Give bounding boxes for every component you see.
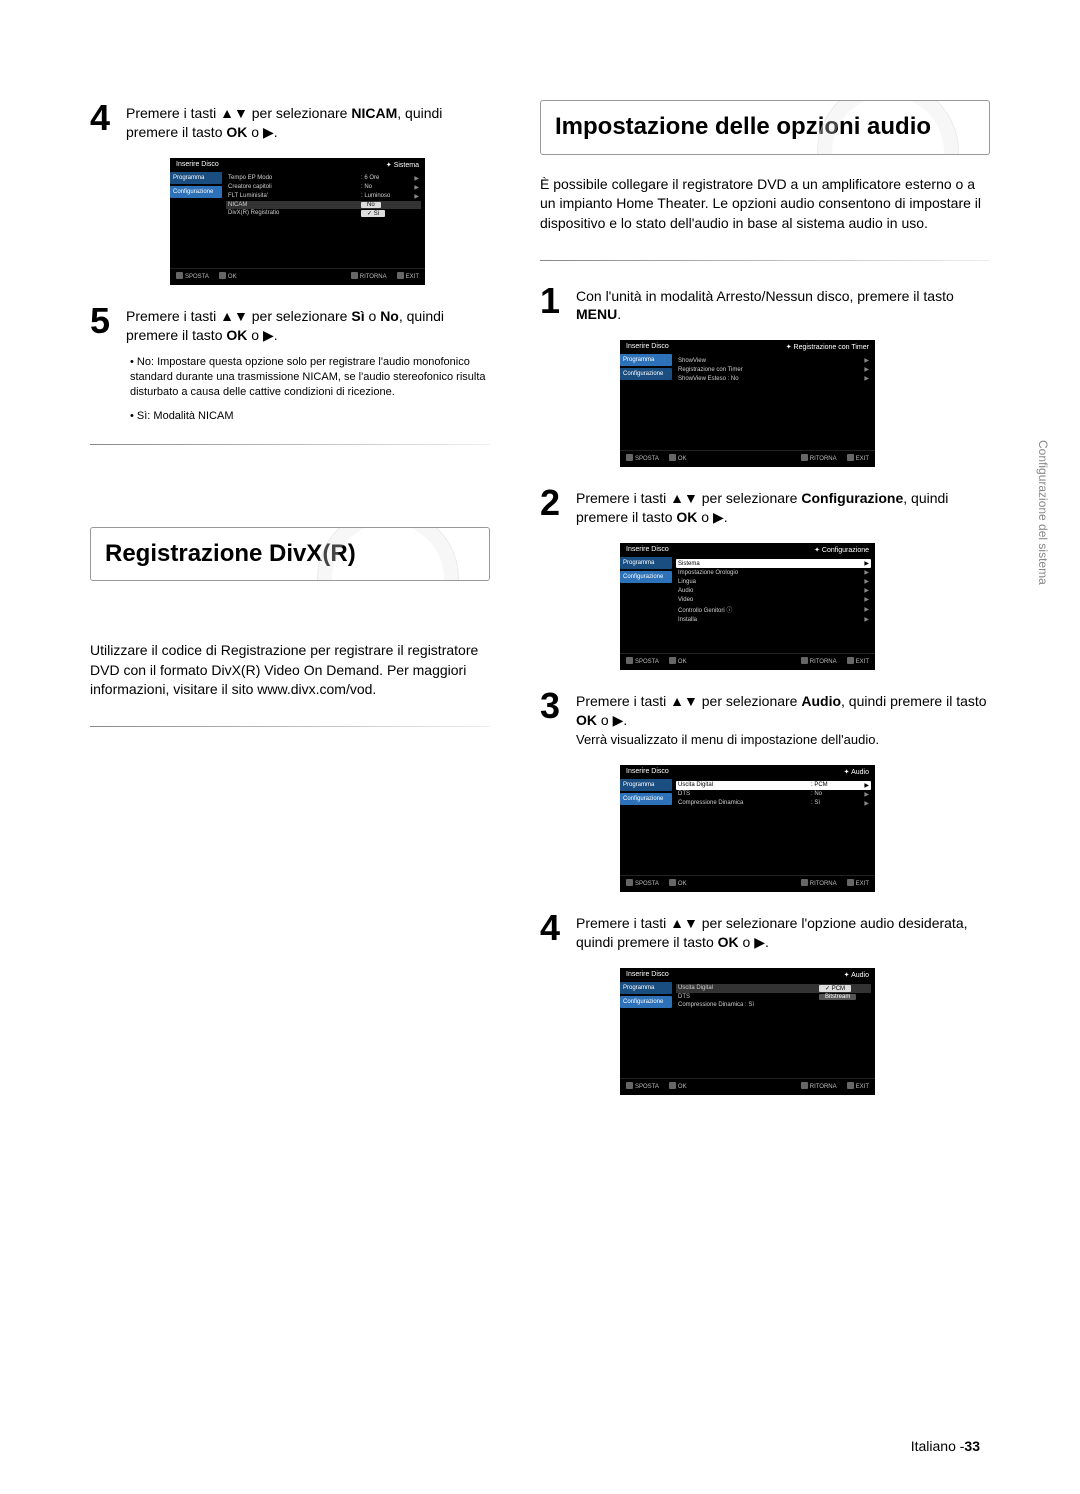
- right-step-1: 1 Con l'unità in modalità Arresto/Nessun…: [540, 283, 990, 325]
- osd-tab-programma: Programma: [620, 557, 672, 569]
- osd-tab-programma: Programma: [170, 172, 222, 184]
- step-text: Premere i tasti ▲▼ per selezionare NICAM…: [126, 100, 490, 142]
- step-number: 4: [540, 910, 568, 952]
- right-step-4: 4 Premere i tasti ▲▼ per selezionare l'o…: [540, 910, 990, 952]
- osd-tab-config: Configurazione: [620, 571, 672, 583]
- right-step-3: 3 Premere i tasti ▲▼ per selezionare Aud…: [540, 688, 990, 749]
- step-number: 4: [90, 100, 118, 142]
- intro-audio: È possibile collegare il registratore DV…: [540, 175, 990, 234]
- bullet-list: • No: Impostare questa opzione solo per …: [130, 355, 490, 425]
- step-number: 5: [90, 303, 118, 345]
- step-number: 3: [540, 688, 568, 749]
- step-number: 1: [540, 283, 568, 325]
- osd-tab-programma: Programma: [620, 354, 672, 366]
- osd-screenshot-audio-option: Inserire Disco ✦ Audio Programma Configu…: [620, 968, 875, 1095]
- step-number: 2: [540, 485, 568, 527]
- osd-tab-programma: Programma: [620, 779, 672, 791]
- page-footer: Italiano -33: [911, 1438, 980, 1454]
- osd-screenshot-audio: Inserire Disco ✦ Audio Programma Configu…: [620, 765, 875, 892]
- divider: [90, 726, 490, 727]
- osd-screenshot-timer: Inserire Disco ✦ Registrazione con Timer…: [620, 340, 875, 467]
- step-text: Premere i tasti ▲▼ per selezionare Audio…: [576, 688, 990, 749]
- osd-tab-config: Configurazione: [620, 996, 672, 1008]
- step-text: Premere i tasti ▲▼ per selezionare Confi…: [576, 485, 990, 527]
- paragraph-divx: Utilizzare il codice di Registrazione pe…: [90, 641, 490, 700]
- osd-tab-programma: Programma: [620, 982, 672, 994]
- osd-tab-config: Configurazione: [620, 793, 672, 805]
- right-step-2: 2 Premere i tasti ▲▼ per selezionare Con…: [540, 485, 990, 527]
- osd-tab-config: Configurazione: [170, 186, 222, 198]
- section-title-divx: Registrazione DivX(R): [90, 527, 490, 581]
- step-text: Premere i tasti ▲▼ per selezionare l'opz…: [576, 910, 990, 952]
- step-text: Premere i tasti ▲▼ per selezionare Sì o …: [126, 303, 490, 345]
- osd-tab-config: Configurazione: [620, 368, 672, 380]
- osd-screenshot-config: Inserire Disco ✦ Configurazione Programm…: [620, 543, 875, 670]
- divider: [540, 260, 990, 261]
- section-title-audio: Impostazione delle opzioni audio: [540, 100, 990, 155]
- divider: [90, 444, 490, 445]
- left-step-4: 4 Premere i tasti ▲▼ per selezionare NIC…: [90, 100, 490, 142]
- step-text: Con l'unità in modalità Arresto/Nessun d…: [576, 283, 990, 325]
- osd-screenshot-nicam: Inserire Disco ✦ Sistema Programma Confi…: [170, 158, 425, 285]
- side-tab: Configurazione del sistema: [1036, 440, 1050, 585]
- left-step-5: 5 Premere i tasti ▲▼ per selezionare Sì …: [90, 303, 490, 345]
